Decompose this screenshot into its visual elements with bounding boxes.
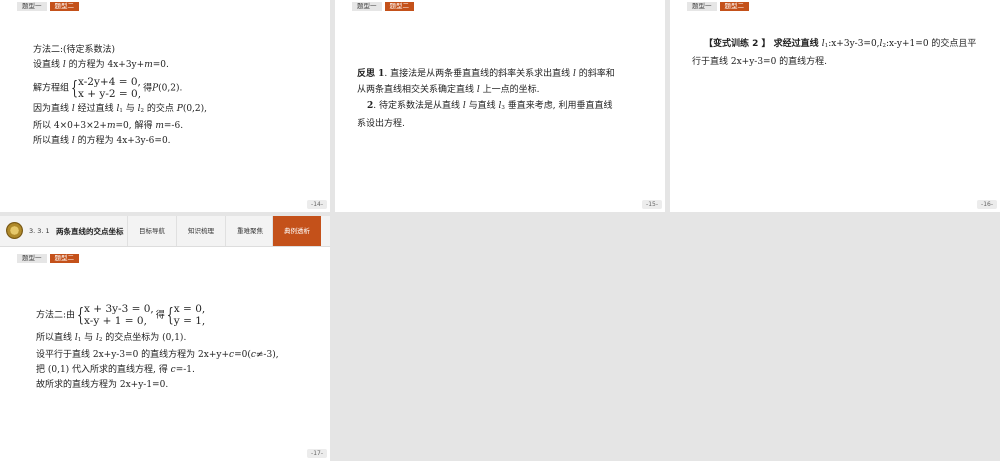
tab-type-2[interactable]: 题型二 <box>49 254 79 263</box>
reflection-text: 反思 1. 直接法是从两条垂直直线的斜率关系求出直线 l 的斜率和 从两条直线相… <box>357 66 615 132</box>
page-number: -14- <box>307 200 327 209</box>
solution-text: 方法二:由{x + 3y-3 = 0, x-y + 1 = 0, 得{x = 0, y… <box>36 303 279 393</box>
text-line: 解方程组{x-2y+4 = 0, x + y-2 = 0, 得P(0,2). <box>33 76 183 100</box>
text-line: 反思 1. 直接法是从两条垂直直线的斜率关系求出直线 l 的斜率和 <box>357 69 615 79</box>
slide-17: 3. 3. 1 两条直线的交点坐标 目标导航 知识梳理 重难聚焦 典例透析 题型… <box>0 216 330 461</box>
text-line: 设直线 l 的方程为 4x+3y+m=0. <box>33 60 169 70</box>
text-line: 【变式训练 2 】 求经过直线 l1:x+3y-3=0,l2:x-y+1=0 的… <box>704 39 977 49</box>
slide-header-bar: 3. 3. 1 两条直线的交点坐标 目标导航 知识梳理 重难聚焦 典例透析 <box>0 216 330 247</box>
tab-type-1[interactable]: 题型一 <box>352 2 382 11</box>
section-number: 3. 3. 1 <box>29 227 50 235</box>
text-line: 系设出方程. <box>357 119 405 129</box>
question-type-tabs: 题型一 题型二 <box>17 254 79 263</box>
text-line: 所以 4×0+3×2+m=0, 解得 m=-6. <box>33 121 184 131</box>
text-line: 把 (0,1) 代入所求的直线方程, 得 c=-1. <box>36 365 195 375</box>
solution-text: 方法二:(待定系数法) 设直线 l 的方程为 4x+3y+m=0. 解方程组{x… <box>33 43 207 149</box>
question-type-tabs: 题型一 题型二 <box>352 2 414 11</box>
solution-system: {x = 0, y = 1, <box>166 303 206 327</box>
section-title: 两条直线的交点坐标 <box>56 227 124 236</box>
nav-tab-goal[interactable]: 目标导航 <box>127 216 176 246</box>
question-type-tabs: 题型一 题型二 <box>687 2 749 11</box>
tab-type-1[interactable]: 题型一 <box>17 2 47 11</box>
equation-system: {x + 3y-3 = 0, x-y + 1 = 0, <box>77 303 154 327</box>
nav-tab-knowledge[interactable]: 知识梳理 <box>176 216 225 246</box>
text-line: 故所求的直线方程为 2x+y-1=0. <box>36 380 169 390</box>
question-type-tabs: 题型一 题型二 <box>17 2 79 11</box>
text-line: 方法二:(待定系数法) <box>33 45 116 55</box>
nav-tab-examples[interactable]: 典例透析 <box>272 216 321 246</box>
text-line: 行于直线 2x+y-3=0 的直线方程. <box>692 57 828 67</box>
school-logo-icon <box>6 222 23 239</box>
tab-type-1[interactable]: 题型一 <box>17 254 47 263</box>
nav-tab-focus[interactable]: 重难聚焦 <box>225 216 274 246</box>
text-line: 方法二:由{x + 3y-3 = 0, x-y + 1 = 0, 得{x = 0, y… <box>36 303 206 327</box>
tab-type-1[interactable]: 题型一 <box>687 2 717 11</box>
tab-type-2[interactable]: 题型二 <box>49 2 79 11</box>
text-line: 从两条直线相交关系确定直线 l 上一点的坐标. <box>357 85 540 95</box>
page-number: -15- <box>642 200 662 209</box>
text-line: 设平行于直线 2x+y-3=0 的直线方程为 2x+y+c=0(c≠-3), <box>36 350 279 360</box>
slide-16: 题型一 题型二 【变式训练 2 】 求经过直线 l1:x+3y-3=0,l2:x… <box>670 0 1000 212</box>
slide-14: 题型一 题型二 方法二:(待定系数法) 设直线 l 的方程为 4x+3y+m=0… <box>0 0 330 212</box>
text-line: 2. 待定系数法是从直线 l 与直线 l3 垂直来考虑, 利用垂直直线 <box>367 101 613 111</box>
text-line: 因为直线 l 经过直线 l1 与 l2 的交点 P(0,2), <box>33 104 208 114</box>
equation-system: {x-2y+4 = 0, x + y-2 = 0, <box>71 76 142 100</box>
tab-type-2[interactable]: 题型二 <box>384 2 414 11</box>
text-line: 所以直线 l1 与 l2 的交点坐标为 (0,1). <box>36 333 187 343</box>
page-number: -17- <box>307 449 327 458</box>
exercise-text: 【变式训练 2 】 求经过直线 l1:x+3y-3=0,l2:x-y+1=0 的… <box>692 36 976 70</box>
page-number: -16- <box>977 200 997 209</box>
tab-type-2[interactable]: 题型二 <box>719 2 749 11</box>
text-line: 所以直线 l 的方程为 4x+3y-6=0. <box>33 136 171 146</box>
slide-15: 题型一 题型二 反思 1. 直接法是从两条垂直直线的斜率关系求出直线 l 的斜率… <box>335 0 665 212</box>
